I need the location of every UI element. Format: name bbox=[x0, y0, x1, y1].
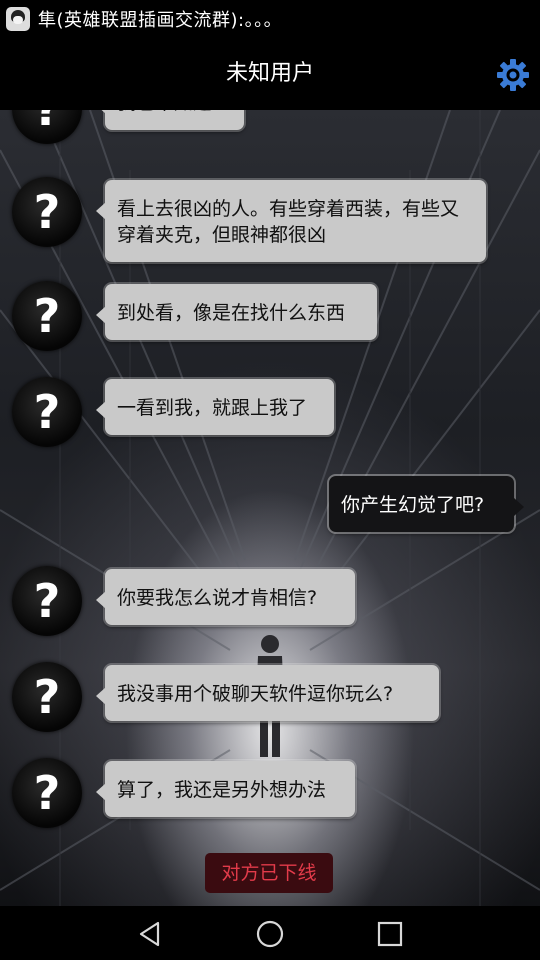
incoming-message-bubble[interactable]: 我也不知道... bbox=[96, 110, 244, 130]
incoming-message-bubble[interactable]: 我没事用个破聊天软件逗你玩么? bbox=[96, 665, 439, 721]
unknown-user-avatar[interactable]: ? bbox=[12, 377, 82, 447]
unknown-user-avatar[interactable]: ? bbox=[12, 662, 82, 732]
status-bar: 隼(英雄联盟插画交流群):。。。 bbox=[0, 0, 540, 38]
status-badge-offline: 对方已下线 bbox=[205, 853, 333, 893]
incoming-message-bubble[interactable]: 一看到我，就跟上我了 bbox=[96, 379, 334, 435]
back-triangle-icon[interactable] bbox=[135, 919, 165, 949]
unknown-user-avatar[interactable]: ? bbox=[12, 281, 82, 351]
home-circle-icon[interactable] bbox=[255, 919, 285, 949]
incoming-message-bubble[interactable]: 到处看，像是在找什么东西 bbox=[96, 284, 377, 340]
incoming-message-bubble[interactable]: 你要我怎么说才肯相信? bbox=[96, 569, 355, 625]
page-title: 未知用户 bbox=[225, 61, 314, 86]
outgoing-message-bubble[interactable]: 你产生幻觉了吧? bbox=[329, 476, 524, 532]
qq-penguin-icon bbox=[6, 7, 30, 31]
recents-square-icon[interactable] bbox=[375, 919, 405, 949]
notification-text[interactable]: 隼(英雄联盟插画交流群):。。。 bbox=[38, 6, 282, 32]
unknown-user-avatar[interactable]: ? bbox=[12, 177, 82, 247]
app-header: 未知用户 bbox=[0, 38, 540, 110]
unknown-user-avatar[interactable]: ? bbox=[12, 758, 82, 828]
chat-area[interactable]: ? 我也不知道... ? 看上去很凶的人。有些穿着西装，有些又穿着夹克，但眼神都… bbox=[0, 110, 540, 906]
gear-icon[interactable] bbox=[496, 58, 530, 92]
incoming-message-bubble[interactable]: 看上去很凶的人。有些穿着西装，有些又穿着夹克，但眼神都很凶 bbox=[96, 180, 486, 262]
incoming-message-bubble[interactable]: 算了，我还是另外想办法 bbox=[96, 761, 355, 817]
phone-screen: 隼(英雄联盟插画交流群):。。。 未知用户 ? 看上去很凶的人。有些穿着西装，有… bbox=[0, 0, 540, 960]
navigation-bar bbox=[0, 906, 540, 960]
unknown-user-avatar[interactable]: ? bbox=[12, 566, 82, 636]
